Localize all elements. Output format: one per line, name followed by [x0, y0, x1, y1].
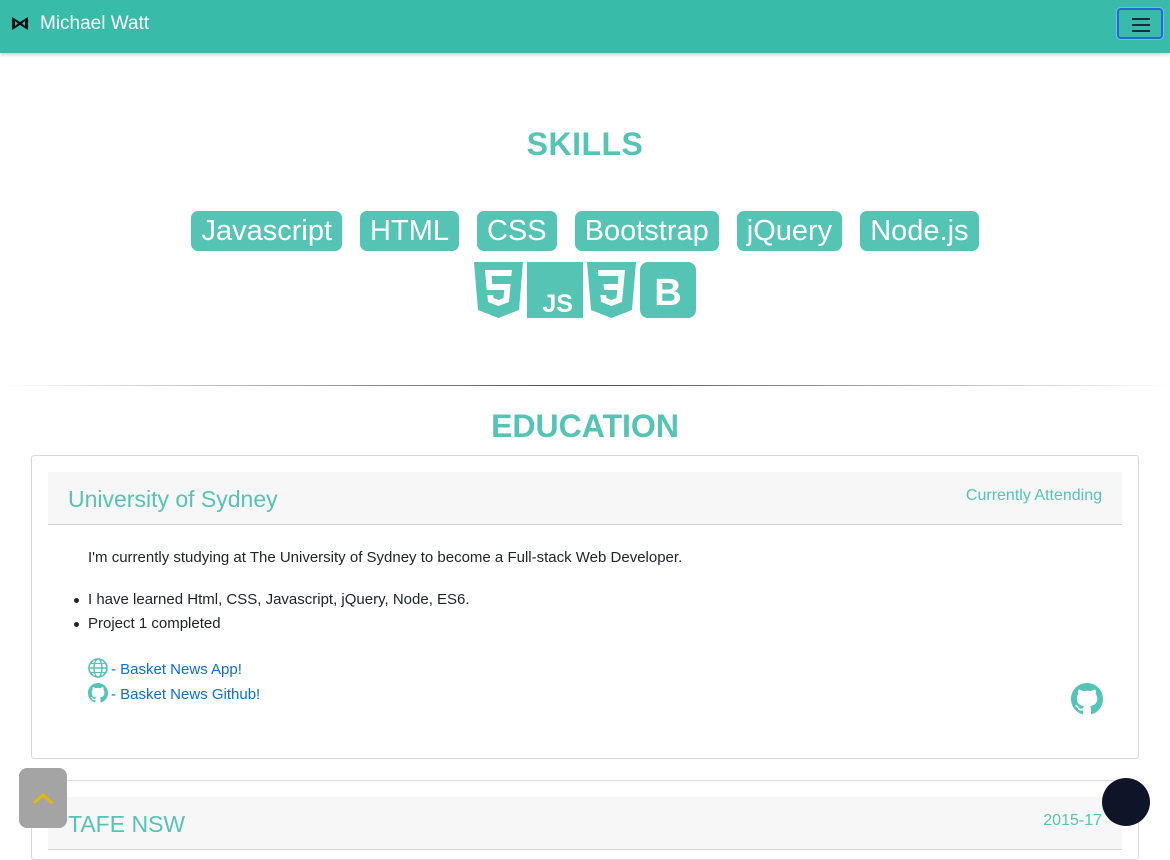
- skill-tag: jQuery: [736, 211, 843, 251]
- chat-bubble-icon[interactable]: [1102, 778, 1150, 826]
- css3-icon: [587, 262, 636, 318]
- app-link-label[interactable]: - Basket News App!: [111, 661, 242, 678]
- study-period: 2015-17: [1043, 812, 1102, 829]
- github-link[interactable]: - Basket News Github!: [88, 683, 260, 705]
- skill-tag: HTML: [360, 211, 459, 251]
- brand-name[interactable]: Michael Watt: [40, 12, 149, 36]
- skill-tag: Javascript: [191, 211, 343, 251]
- svg-text:JS: JS: [542, 290, 573, 318]
- chevron-up-icon: [33, 793, 53, 804]
- html5-icon: [474, 262, 523, 318]
- github-icon: [88, 683, 108, 703]
- navbar: Michael Watt: [0, 0, 1170, 53]
- navbar-toggler-button[interactable]: [1117, 8, 1163, 39]
- hamburger-line: [1132, 30, 1150, 32]
- hamburger-line: [1132, 24, 1150, 26]
- card-header: TAFE NSW 2015-17: [48, 797, 1122, 850]
- github-icon[interactable]: [1071, 683, 1103, 715]
- section-divider: [0, 385, 1170, 386]
- education-description: I'm currently studying at The University…: [88, 549, 683, 566]
- js-icon: JS: [527, 262, 583, 318]
- globe-icon: [88, 658, 108, 678]
- card-header: University of Sydney Currently Attending: [48, 472, 1122, 525]
- hamburger-menu-icon: [1132, 18, 1150, 20]
- bootstrap-icon: B: [640, 262, 696, 318]
- app-link[interactable]: - Basket News App!: [88, 658, 242, 680]
- education-heading: EDUCATION: [491, 408, 679, 444]
- bowtie-logo-icon[interactable]: [12, 17, 28, 30]
- skills-heading: SKILLS: [526, 126, 644, 162]
- skill-tag: Node.js: [860, 211, 979, 251]
- education-card: University of Sydney Currently Attending…: [31, 455, 1139, 759]
- school-name: TAFE NSW: [68, 811, 186, 837]
- skill-tag: Bootstrap: [574, 211, 719, 251]
- skill-tags: Javascript HTML CSS Bootstrap jQuery Node.js: [0, 211, 1170, 251]
- list-item: I have learned Html, CSS, Javascript, jQ…: [74, 588, 470, 612]
- study-period: Currently Attending: [965, 487, 1102, 504]
- scroll-to-top-button[interactable]: [19, 768, 67, 828]
- list-item: Project 1 completed: [74, 612, 470, 636]
- svg-text:B: B: [654, 272, 681, 314]
- skill-tag: CSS: [476, 211, 557, 251]
- achievement-list: I have learned Html, CSS, Javascript, jQ…: [74, 588, 470, 636]
- school-name: University of Sydney: [68, 486, 278, 512]
- github-link-label[interactable]: - Basket News Github!: [111, 686, 260, 703]
- education-card: TAFE NSW 2015-17: [31, 780, 1139, 860]
